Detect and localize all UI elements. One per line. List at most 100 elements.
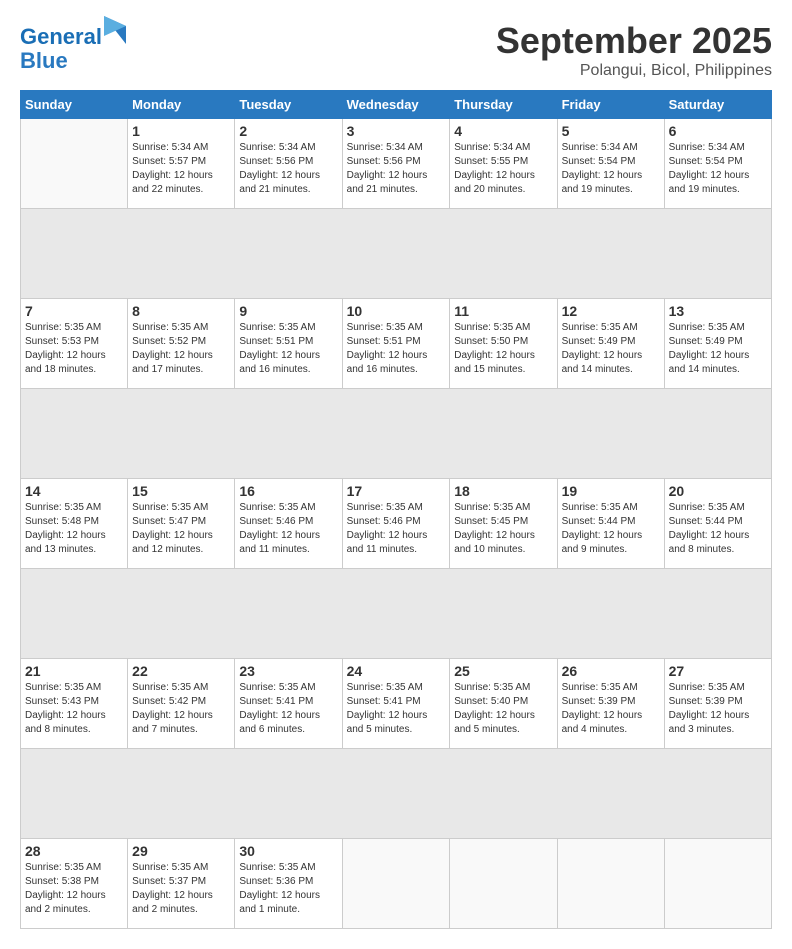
day-number: 23 bbox=[239, 663, 337, 679]
day-number: 24 bbox=[347, 663, 446, 679]
logo: General Blue bbox=[20, 20, 126, 73]
day-number: 21 bbox=[25, 663, 123, 679]
day-number: 9 bbox=[239, 303, 337, 319]
day-number: 7 bbox=[25, 303, 123, 319]
calendar-cell: 19Sunrise: 5:35 AM Sunset: 5:44 PM Dayli… bbox=[557, 479, 664, 569]
day-info: Sunrise: 5:35 AM Sunset: 5:51 PM Dayligh… bbox=[347, 321, 446, 377]
day-number: 5 bbox=[562, 123, 660, 139]
calendar-cell: 14 Sunrise: 5:35 AM Sunset: 5:48 PM Dayli… bbox=[21, 479, 128, 569]
calendar-cell bbox=[664, 839, 771, 929]
day-number: 2 bbox=[239, 123, 337, 139]
day-info: Sunrise: 5:34 AM Sunset: 5:57 PM Dayligh… bbox=[132, 141, 230, 197]
header-day: Thursday bbox=[450, 91, 557, 119]
calendar-cell: 13 Sunrise: 5:35 AM Sunset: 5:49 PM Dayli… bbox=[664, 299, 771, 389]
day-info: Sunrise: 5:35 AM Sunset: 5:45 PM Dayligh… bbox=[454, 501, 552, 557]
day-info: Sunrise: 5:35 AM Sunset: 5:38 PM Dayligh… bbox=[25, 861, 123, 917]
day-info: Sunrise: 5:35 AM Sunset: 5:47 PM Dayligh… bbox=[132, 501, 230, 557]
day-info: Sunrise: 5:35 AM Sunset: 5:43 PM Dayligh… bbox=[25, 681, 123, 737]
calendar-cell bbox=[450, 839, 557, 929]
calendar-cell: 23 Sunrise: 5:35 AM Sunset: 5:41 PM Dayli… bbox=[235, 659, 342, 749]
row-separator bbox=[21, 389, 772, 479]
calendar: SundayMondayTuesdayWednesdayThursdayFrid… bbox=[20, 90, 772, 929]
day-info: Sunrise: 5:34 AM Sunset: 5:56 PM Dayligh… bbox=[347, 141, 446, 197]
header-day: Monday bbox=[128, 91, 235, 119]
week-row: 14 Sunrise: 5:35 AM Sunset: 5:48 PM Dayli… bbox=[21, 479, 772, 569]
day-number: 17 bbox=[347, 483, 446, 499]
day-info: Sunrise: 5:35 AM Sunset: 5:49 PM Dayligh… bbox=[562, 321, 660, 377]
day-info: Sunrise: 5:35 AM Sunset: 5:36 PM Dayligh… bbox=[239, 861, 337, 917]
day-info: Sunrise: 5:35 AM Sunset: 5:46 PM Dayligh… bbox=[347, 501, 446, 557]
day-info: Sunrise: 5:34 AM Sunset: 5:55 PM Dayligh… bbox=[454, 141, 552, 197]
calendar-cell: 6Sunrise: 5:34 AM Sunset: 5:54 PM Daylig… bbox=[664, 119, 771, 209]
calendar-cell: 5Sunrise: 5:34 AM Sunset: 5:54 PM Daylig… bbox=[557, 119, 664, 209]
header-day: Tuesday bbox=[235, 91, 342, 119]
calendar-cell bbox=[342, 839, 450, 929]
calendar-cell: 16 Sunrise: 5:35 AM Sunset: 5:46 PM Dayli… bbox=[235, 479, 342, 569]
day-info: Sunrise: 5:35 AM Sunset: 5:46 PM Dayligh… bbox=[239, 501, 337, 557]
day-info: Sunrise: 5:35 AM Sunset: 5:41 PM Dayligh… bbox=[239, 681, 337, 737]
calendar-cell: 24 Sunrise: 5:35 AM Sunset: 5:41 PM Dayli… bbox=[342, 659, 450, 749]
day-number: 15 bbox=[132, 483, 230, 499]
logo-general: General bbox=[20, 24, 102, 49]
calendar-cell: 20 Sunrise: 5:35 AM Sunset: 5:44 PM Dayli… bbox=[664, 479, 771, 569]
day-info: Sunrise: 5:35 AM Sunset: 5:40 PM Dayligh… bbox=[454, 681, 552, 737]
day-number: 29 bbox=[132, 843, 230, 859]
logo-icon bbox=[104, 16, 126, 44]
calendar-cell: 29Sunrise: 5:35 AM Sunset: 5:37 PM Dayli… bbox=[128, 839, 235, 929]
calendar-cell: 12Sunrise: 5:35 AM Sunset: 5:49 PM Dayli… bbox=[557, 299, 664, 389]
day-number: 28 bbox=[25, 843, 123, 859]
calendar-cell: 1 Sunrise: 5:34 AM Sunset: 5:57 PM Daylig… bbox=[128, 119, 235, 209]
calendar-cell: 27 Sunrise: 5:35 AM Sunset: 5:39 PM Dayli… bbox=[664, 659, 771, 749]
day-number: 18 bbox=[454, 483, 552, 499]
row-separator bbox=[21, 569, 772, 659]
title-block: September 2025 Polangui, Bicol, Philippi… bbox=[496, 20, 772, 80]
calendar-cell: 15 Sunrise: 5:35 AM Sunset: 5:47 PM Dayli… bbox=[128, 479, 235, 569]
day-info: Sunrise: 5:35 AM Sunset: 5:49 PM Dayligh… bbox=[669, 321, 767, 377]
day-info: Sunrise: 5:35 AM Sunset: 5:39 PM Dayligh… bbox=[669, 681, 767, 737]
week-row: 28 Sunrise: 5:35 AM Sunset: 5:38 PM Dayli… bbox=[21, 839, 772, 929]
day-number: 30 bbox=[239, 843, 337, 859]
day-info: Sunrise: 5:35 AM Sunset: 5:44 PM Dayligh… bbox=[669, 501, 767, 557]
row-separator bbox=[21, 209, 772, 299]
day-number: 27 bbox=[669, 663, 767, 679]
day-info: Sunrise: 5:34 AM Sunset: 5:56 PM Dayligh… bbox=[239, 141, 337, 197]
day-number: 10 bbox=[347, 303, 446, 319]
calendar-body: 1 Sunrise: 5:34 AM Sunset: 5:57 PM Daylig… bbox=[21, 119, 772, 929]
day-number: 14 bbox=[25, 483, 123, 499]
logo-text: General Blue bbox=[20, 20, 126, 73]
day-number: 6 bbox=[669, 123, 767, 139]
calendar-cell: 11Sunrise: 5:35 AM Sunset: 5:50 PM Dayli… bbox=[450, 299, 557, 389]
day-number: 1 bbox=[132, 123, 230, 139]
calendar-cell: 2 Sunrise: 5:34 AM Sunset: 5:56 PM Daylig… bbox=[235, 119, 342, 209]
calendar-cell: 26Sunrise: 5:35 AM Sunset: 5:39 PM Dayli… bbox=[557, 659, 664, 749]
day-number: 16 bbox=[239, 483, 337, 499]
day-info: Sunrise: 5:35 AM Sunset: 5:48 PM Dayligh… bbox=[25, 501, 123, 557]
calendar-cell: 28 Sunrise: 5:35 AM Sunset: 5:38 PM Dayli… bbox=[21, 839, 128, 929]
calendar-cell: 30 Sunrise: 5:35 AM Sunset: 5:36 PM Dayli… bbox=[235, 839, 342, 929]
row-separator bbox=[21, 749, 772, 839]
calendar-cell bbox=[21, 119, 128, 209]
header-day: Wednesday bbox=[342, 91, 450, 119]
day-info: Sunrise: 5:35 AM Sunset: 5:44 PM Dayligh… bbox=[562, 501, 660, 557]
calendar-cell: 7Sunrise: 5:35 AM Sunset: 5:53 PM Daylig… bbox=[21, 299, 128, 389]
week-row: 21 Sunrise: 5:35 AM Sunset: 5:43 PM Dayli… bbox=[21, 659, 772, 749]
header-day: Friday bbox=[557, 91, 664, 119]
day-number: 8 bbox=[132, 303, 230, 319]
day-number: 25 bbox=[454, 663, 552, 679]
calendar-cell: 21 Sunrise: 5:35 AM Sunset: 5:43 PM Dayli… bbox=[21, 659, 128, 749]
calendar-cell: 22Sunrise: 5:35 AM Sunset: 5:42 PM Dayli… bbox=[128, 659, 235, 749]
calendar-cell: 10 Sunrise: 5:35 AM Sunset: 5:51 PM Dayli… bbox=[342, 299, 450, 389]
day-number: 26 bbox=[562, 663, 660, 679]
day-info: Sunrise: 5:35 AM Sunset: 5:50 PM Dayligh… bbox=[454, 321, 552, 377]
page-header: General Blue September 2025 Polangui, Bi… bbox=[20, 20, 772, 80]
header-row: SundayMondayTuesdayWednesdayThursdayFrid… bbox=[21, 91, 772, 119]
calendar-cell: 9Sunrise: 5:35 AM Sunset: 5:51 PM Daylig… bbox=[235, 299, 342, 389]
day-number: 13 bbox=[669, 303, 767, 319]
day-number: 22 bbox=[132, 663, 230, 679]
logo-blue: Blue bbox=[20, 48, 68, 73]
day-number: 20 bbox=[669, 483, 767, 499]
day-number: 3 bbox=[347, 123, 446, 139]
calendar-cell bbox=[557, 839, 664, 929]
week-row: 1 Sunrise: 5:34 AM Sunset: 5:57 PM Daylig… bbox=[21, 119, 772, 209]
day-info: Sunrise: 5:35 AM Sunset: 5:41 PM Dayligh… bbox=[347, 681, 446, 737]
